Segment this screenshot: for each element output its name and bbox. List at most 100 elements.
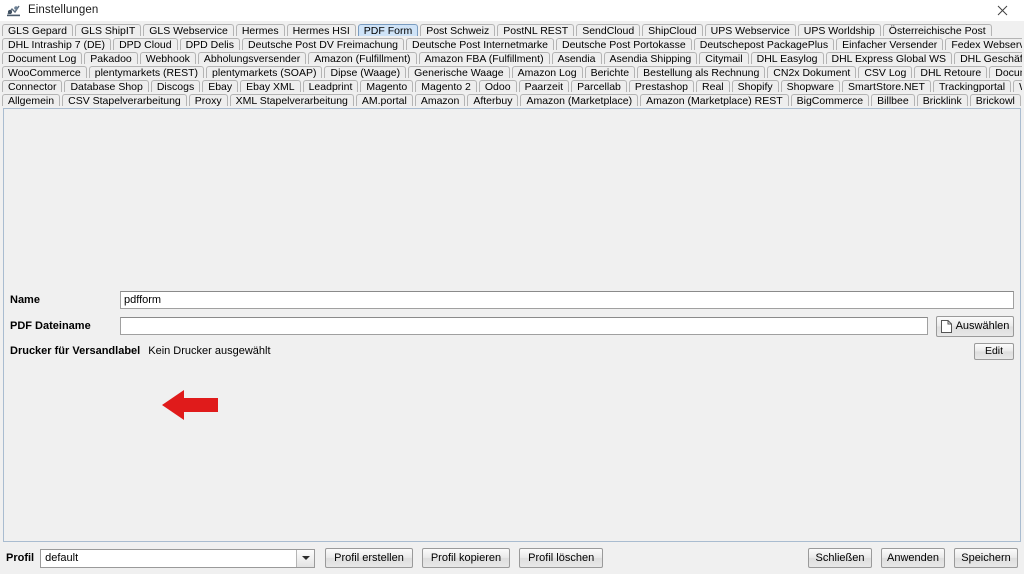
choose-file-button[interactable]: Auswählen: [936, 315, 1014, 337]
tab-dhl-intraship-7-de[interactable]: DHL Intraship 7 (DE): [2, 38, 112, 50]
tab-cn2x-dokument[interactable]: CN2x Dokument: [767, 66, 857, 78]
create-profile-button[interactable]: Profil erstellen: [325, 548, 413, 568]
tab-dpd-cloud[interactable]: DPD Cloud: [113, 38, 178, 50]
edit-printer-button[interactable]: Edit: [974, 342, 1014, 360]
tab-dhl-gesch-ftskundenversand[interactable]: DHL Geschäftskundenversand: [954, 52, 1022, 64]
tab-deutsche-post-dv-freimachung[interactable]: Deutsche Post DV Freimachung: [242, 38, 405, 50]
tab-leadprint[interactable]: Leadprint: [302, 80, 359, 92]
name-row: Name: [4, 290, 1020, 310]
chevron-down-icon[interactable]: [296, 549, 315, 567]
tab-row: Document Log Pakadoo Webhook Abholungsverse…: [2, 50, 1022, 64]
tab-bestellung-als-rechnung[interactable]: Bestellung als Rechnung: [637, 66, 766, 78]
tab-row: Connector Database Shop Discogs Ebay Ebay XM…: [2, 78, 1022, 92]
tab-afterbuy[interactable]: Afterbuy: [467, 94, 519, 106]
dialog-action-buttons: Schließen Anwenden Speichern: [808, 548, 1018, 568]
tab-odoo[interactable]: Odoo: [478, 80, 517, 92]
bottom-bar: Profil default Profil erstellen Profil k…: [0, 542, 1024, 574]
save-button[interactable]: Speichern: [954, 548, 1018, 568]
tab-pakadoo[interactable]: Pakadoo: [84, 52, 138, 64]
tab-document-downloader[interactable]: Document Downloader: [989, 66, 1022, 78]
tab-pdf-form[interactable]: PDF Form: [357, 24, 419, 36]
tab-weclapp[interactable]: Weclapp: [1013, 80, 1022, 92]
tab-magento-2[interactable]: Magento 2: [415, 80, 477, 92]
tab-asendia-shipping[interactable]: Asendia Shipping: [603, 52, 698, 64]
apply-button[interactable]: Anwenden: [881, 548, 945, 568]
tab-shipcloud[interactable]: ShipCloud: [642, 24, 703, 36]
tab-sterreichische-post[interactable]: Österreichische Post: [882, 24, 992, 36]
tab-deutsche-post-internetmarke[interactable]: Deutsche Post Internetmarke: [406, 38, 554, 50]
tab-brickowl[interactable]: Brickowl: [969, 94, 1021, 106]
tab-discogs[interactable]: Discogs: [150, 80, 201, 92]
tab-bigcommerce[interactable]: BigCommerce: [790, 94, 870, 106]
tab-ups-worldship[interactable]: UPS Worldship: [797, 24, 881, 36]
profile-buttons: Profil erstellen Profil kopieren Profil …: [325, 548, 604, 568]
tab-dhl-easylog[interactable]: DHL Easylog: [750, 52, 824, 64]
tab-csv-log[interactable]: CSV Log: [858, 66, 913, 78]
tab-ups-webservice[interactable]: UPS Webservice: [704, 24, 796, 36]
name-input[interactable]: [120, 291, 1014, 309]
pdf-filename-input[interactable]: [120, 317, 928, 335]
tab-allgemein[interactable]: Allgemein: [2, 94, 61, 106]
tab-xml-stapelverarbeitung[interactable]: XML Stapelverarbeitung: [229, 94, 354, 106]
settings-app-icon: [6, 2, 22, 18]
tab-berichte[interactable]: Berichte: [584, 66, 636, 78]
tab-database-shop[interactable]: Database Shop: [64, 80, 149, 92]
tab-gls-shipit[interactable]: GLS ShipIT: [74, 24, 142, 36]
tab-asendia[interactable]: Asendia: [551, 52, 602, 64]
tab-einfacher-versender[interactable]: Einfacher Versender: [836, 38, 944, 50]
tab-amazon-marketplace[interactable]: Amazon (Marketplace): [520, 94, 639, 106]
tab-amazon[interactable]: Amazon: [414, 94, 466, 106]
close-button[interactable]: Schließen: [808, 548, 872, 568]
tab-abholungsversender[interactable]: Abholungsversender: [197, 52, 307, 64]
tab-proxy[interactable]: Proxy: [188, 94, 228, 106]
tab-amazon-fba-fulfillment[interactable]: Amazon FBA (Fulfillment): [418, 52, 550, 64]
tab-postnl-rest[interactable]: PostNL REST: [497, 24, 575, 36]
tab-smartstore-net[interactable]: SmartStore.NET: [841, 80, 931, 92]
tab-am-portal[interactable]: AM.portal: [355, 94, 413, 106]
printer-row: Drucker für Versandlabel Kein Drucker au…: [4, 342, 1020, 360]
tab-ebay-xml[interactable]: Ebay XML: [240, 80, 301, 92]
tab-generische-waage[interactable]: Generische Waage: [408, 66, 510, 78]
tab-parcellab[interactable]: Parcellab: [571, 80, 627, 92]
tab-prestashop[interactable]: Prestashop: [628, 80, 695, 92]
tab-deutschepost-packageplus[interactable]: Deutschepost PackagePlus: [693, 38, 835, 50]
profile-select[interactable]: default: [40, 548, 316, 568]
settings-dialog: Einstellungen GLS Gepard GLS ShipIT GLS We…: [0, 0, 1024, 574]
tab-trackingportal[interactable]: Trackingportal: [932, 80, 1012, 92]
tab-connector[interactable]: Connector: [2, 80, 63, 92]
copy-profile-button[interactable]: Profil kopieren: [421, 548, 511, 568]
tab-plentymarkets-soap[interactable]: plentymarkets (SOAP): [206, 66, 323, 78]
tab-shopify[interactable]: Shopify: [731, 80, 779, 92]
tab-csv-stapelverarbeitung[interactable]: CSV Stapelverarbeitung: [62, 94, 187, 106]
tab-post-schweiz[interactable]: Post Schweiz: [420, 24, 496, 36]
tab-dhl-express-global-ws[interactable]: DHL Express Global WS: [825, 52, 953, 64]
tab-fedex-webservice[interactable]: Fedex Webservice: [945, 38, 1022, 50]
tab-gls-webservice[interactable]: GLS Webservice: [143, 24, 234, 36]
tab-billbee[interactable]: Billbee: [871, 94, 915, 106]
tab-sendcloud[interactable]: SendCloud: [576, 24, 641, 36]
tab-paarzeit[interactable]: Paarzeit: [518, 80, 570, 92]
tab-hermes[interactable]: Hermes: [235, 24, 285, 36]
tab-dipse-waage[interactable]: Dipse (Waage): [324, 66, 407, 78]
tab-plentymarkets-rest[interactable]: plentymarkets (REST): [88, 66, 205, 78]
tab-real[interactable]: Real: [696, 80, 730, 92]
tab-amazon-marketplace-rest[interactable]: Amazon (Marketplace) REST: [640, 94, 789, 106]
tab-gls-gepard[interactable]: GLS Gepard: [2, 24, 73, 36]
tab-shopware[interactable]: Shopware: [780, 80, 840, 92]
tab-magento[interactable]: Magento: [360, 80, 414, 92]
close-icon[interactable]: [980, 0, 1024, 20]
delete-profile-button[interactable]: Profil löschen: [519, 548, 604, 568]
tab-ebay[interactable]: Ebay: [202, 80, 239, 92]
tab-document-log[interactable]: Document Log: [2, 52, 83, 64]
tab-amazon-fulfillment[interactable]: Amazon (Fulfillment): [308, 52, 417, 64]
tab-deutsche-post-portokasse[interactable]: Deutsche Post Portokasse: [556, 38, 692, 50]
tab-amazon-log[interactable]: Amazon Log: [511, 66, 583, 78]
tab-dpd-delis[interactable]: DPD Delis: [179, 38, 241, 50]
tab-webhook[interactable]: Webhook: [139, 52, 196, 64]
tab-citymail[interactable]: Citymail: [699, 52, 749, 64]
tab-bricklink[interactable]: Bricklink: [916, 94, 968, 106]
tab-hermes-hsi[interactable]: Hermes HSI: [286, 24, 356, 36]
tab-dhl-retoure[interactable]: DHL Retoure: [914, 66, 988, 78]
form-area: Name PDF Dateiname Auswäh: [4, 290, 1020, 360]
tab-woocommerce[interactable]: WooCommerce: [2, 66, 87, 78]
